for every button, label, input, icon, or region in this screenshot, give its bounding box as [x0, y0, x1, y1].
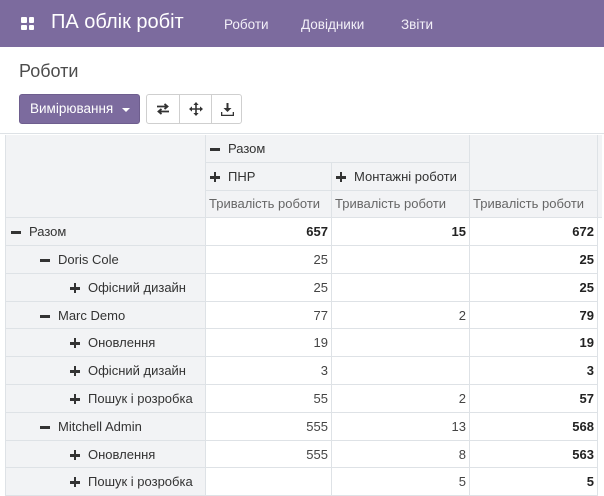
row-header-onovlennia[interactable]: Оновлення [6, 441, 206, 468]
app-title[interactable]: ПА облік робіт [51, 11, 184, 34]
row-header-poshuk-rozrobka[interactable]: Пошук і розробка [6, 468, 206, 496]
row-header-ofisnyi-dyzain[interactable]: Офісний дизайн [6, 357, 206, 385]
flip-axis-button[interactable] [147, 95, 179, 123]
pivot-cell[interactable]: 77 [206, 302, 332, 329]
col-header-total[interactable]: Разом [206, 135, 470, 163]
col-header-montazhni[interactable]: Монтажні роботи [332, 163, 470, 191]
menu-item-dovidnyky[interactable]: Довідники [301, 17, 364, 32]
download-icon [221, 102, 234, 116]
pivot-header-edge [598, 135, 602, 218]
collapse-icon [40, 255, 50, 265]
measures-dropdown-button[interactable]: Вимірювання [19, 94, 140, 124]
pivot-cell[interactable]: 25 [206, 274, 332, 302]
pivot-cell[interactable]: 555 [206, 413, 332, 441]
control-panel: Роботи Вимірювання [0, 47, 604, 134]
caret-down-icon [122, 108, 130, 112]
pivot-cell-total[interactable]: 25 [470, 246, 598, 274]
expand-icon [210, 172, 220, 182]
expand-icon [70, 366, 80, 376]
row-header-marc-demo[interactable]: Marc Demo [6, 302, 206, 329]
pivot-cell[interactable]: 2 [332, 302, 470, 329]
measure-header[interactable]: Тривалість роботи [470, 191, 598, 218]
expand-icon [70, 394, 80, 404]
menu-item-zvity[interactable]: Звіти [401, 17, 433, 32]
pivot-cell[interactable] [332, 329, 470, 357]
pivot-cell-total[interactable]: 19 [470, 329, 598, 357]
row-header-mitchell-admin[interactable]: Mitchell Admin [6, 413, 206, 441]
collapse-icon [40, 422, 50, 432]
move-arrows-icon [188, 102, 203, 116]
pivot-cell[interactable]: 15 [332, 218, 470, 246]
pivot-cell[interactable] [332, 357, 470, 385]
pivot-cell-total[interactable]: 5 [470, 468, 598, 496]
col-header-pnr[interactable]: ПНР [206, 163, 332, 191]
pivot-cell[interactable]: 13 [332, 413, 470, 441]
measure-header[interactable]: Тривалість роботи [332, 191, 470, 218]
pivot-cell-total[interactable]: 25 [470, 274, 598, 302]
row-header-total[interactable]: Разом [6, 218, 206, 246]
menu-item-roboty[interactable]: Роботи [224, 17, 269, 32]
download-button[interactable] [211, 95, 243, 123]
expand-icon [70, 283, 80, 293]
pivot-cell[interactable]: 55 [206, 385, 332, 413]
pivot-cell-total[interactable]: 563 [470, 441, 598, 468]
expand-icon [70, 477, 80, 487]
pivot-cell-total[interactable]: 79 [470, 302, 598, 329]
pivot-cell[interactable]: 19 [206, 329, 332, 357]
measure-header[interactable]: Тривалість роботи [206, 191, 332, 218]
measures-label: Вимірювання [30, 101, 114, 116]
expand-icon [336, 172, 346, 182]
pivot-cell[interactable]: 2 [332, 385, 470, 413]
swap-arrows-icon [157, 103, 169, 115]
pivot-cell[interactable] [332, 246, 470, 274]
pivot-cell[interactable]: 555 [206, 441, 332, 468]
pivot-cell[interactable]: 8 [332, 441, 470, 468]
row-header-poshuk-rozrobka[interactable]: Пошук і розробка [6, 385, 206, 413]
pivot-cell[interactable]: 657 [206, 218, 332, 246]
pivot-cell[interactable]: 5 [332, 468, 470, 496]
row-header-ofisnyi-dyzain[interactable]: Офісний дизайн [6, 274, 206, 302]
expand-all-button[interactable] [179, 95, 211, 123]
row-header-doris-cole[interactable]: Doris Cole [6, 246, 206, 274]
collapse-icon [40, 311, 50, 321]
pivot-table: Разом ПНР Монтажні роботи Тривалість роб… [5, 135, 602, 496]
pivot-cell-total[interactable]: 57 [470, 385, 598, 413]
pivot-corner-cell [6, 135, 206, 218]
pivot-toolbar [146, 94, 242, 124]
pivot-cell[interactable] [206, 468, 332, 496]
pivot-cell[interactable]: 3 [206, 357, 332, 385]
breadcrumb: Роботи [19, 61, 79, 81]
pivot-cell-total[interactable]: 672 [470, 218, 598, 246]
pivot-cell[interactable] [332, 274, 470, 302]
col-header-total-spacer [470, 135, 598, 191]
apps-grid-icon[interactable] [21, 17, 34, 30]
pivot-cell-total[interactable]: 3 [470, 357, 598, 385]
collapse-icon [210, 144, 220, 154]
pivot-cell[interactable]: 25 [206, 246, 332, 274]
expand-icon [70, 450, 80, 460]
navbar: ПА облік робіт Роботи Довідники Звіти [0, 0, 604, 47]
collapse-icon [11, 227, 21, 237]
expand-icon [70, 338, 80, 348]
pivot-cell-total[interactable]: 568 [470, 413, 598, 441]
row-header-onovlennia[interactable]: Оновлення [6, 329, 206, 357]
